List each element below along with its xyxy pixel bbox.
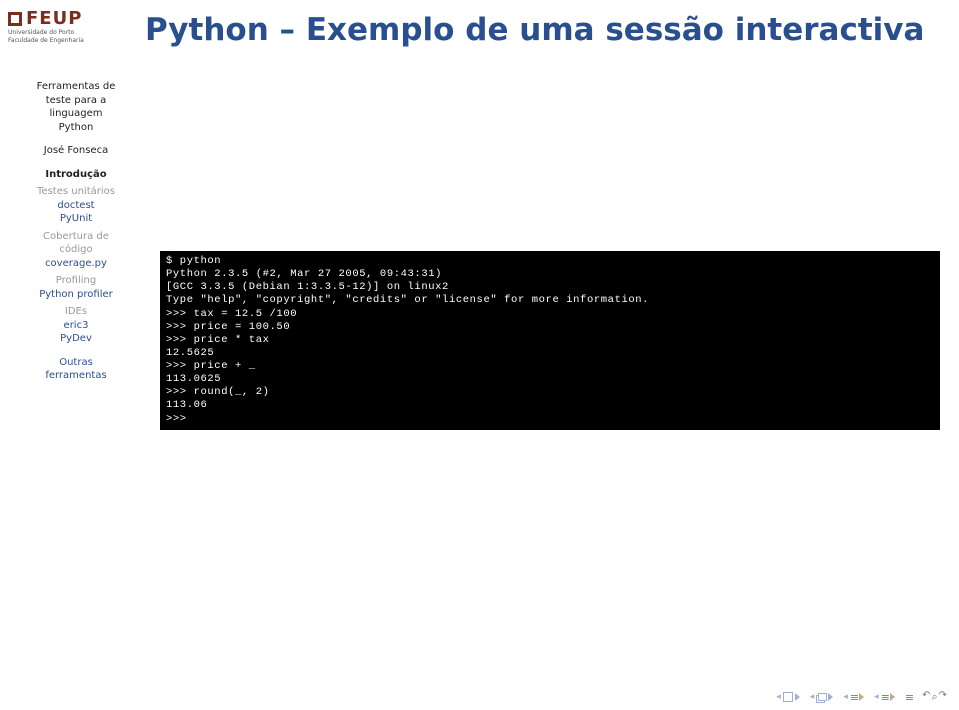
nav-back-forward[interactable]: ↶ ⌕ ↷ bbox=[922, 690, 947, 704]
slide-icon bbox=[783, 692, 793, 702]
terminal-line: >>> price * tax bbox=[166, 334, 270, 346]
nav-pyunit[interactable]: PyUnit bbox=[6, 212, 146, 226]
terminal-line: $ python bbox=[166, 255, 221, 267]
terminal-line: Type "help", "copyright", "credits" or "… bbox=[166, 294, 649, 306]
logo-mark-icon bbox=[8, 12, 22, 26]
beamer-nav-bar: ◂ ◂ ◂ ≡ ◂ ≡ ≡ ↶ ⌕ ↷ bbox=[776, 690, 947, 704]
search-icon: ⌕ bbox=[931, 690, 937, 704]
nav-outline-icon[interactable]: ≡ bbox=[905, 691, 912, 704]
logo-sub-1: Universidade do Porto bbox=[8, 30, 93, 37]
nav-profiling[interactable]: Profiling bbox=[6, 274, 146, 288]
nav-coveragepy[interactable]: coverage.py bbox=[6, 257, 146, 271]
chevron-left-icon: ◂ bbox=[874, 692, 879, 702]
nav-python-profiler[interactable]: Python profiler bbox=[6, 288, 146, 302]
logo-sub-2: Faculdade de Engenharia bbox=[8, 38, 93, 45]
course-title-line: Python bbox=[6, 121, 146, 135]
nav-subsection-prev-next[interactable]: ◂ ≡ bbox=[874, 691, 895, 704]
terminal-line: 12.5625 bbox=[166, 347, 214, 359]
nav-doctest[interactable]: doctest bbox=[6, 199, 146, 213]
terminal-line: >>> price = 100.50 bbox=[166, 321, 290, 333]
chevron-right-icon bbox=[795, 693, 800, 701]
terminal-line: >>> round(_, 2) bbox=[166, 386, 270, 398]
undo-arrow-icon: ↶ bbox=[922, 690, 930, 704]
course-title-line: Ferramentas de bbox=[6, 80, 146, 94]
nav-outras-ferramentas[interactable]: Outras bbox=[6, 356, 146, 370]
terminal-line: >>> bbox=[166, 413, 187, 425]
course-title-line: teste para a bbox=[6, 94, 146, 108]
chevron-left-icon: ◂ bbox=[810, 692, 815, 702]
nav-slide-prev-next[interactable]: ◂ bbox=[776, 692, 800, 702]
terminal-output: $ python Python 2.3.5 (#2, Mar 27 2005, … bbox=[160, 251, 940, 430]
author-name: José Fonseca bbox=[6, 144, 146, 158]
nav-eric3[interactable]: eric3 bbox=[6, 319, 146, 333]
nav-pydev[interactable]: PyDev bbox=[6, 332, 146, 346]
terminal-line: 113.06 bbox=[166, 399, 207, 411]
nav-cobertura[interactable]: código bbox=[6, 243, 146, 257]
nav-introducao[interactable]: Introdução bbox=[6, 168, 146, 182]
logo-text: FEUP bbox=[26, 8, 82, 29]
terminal-line: [GCC 3.3.5 (Debian 1:3.3.5-12)] on linux… bbox=[166, 281, 449, 293]
nav-ides[interactable]: IDEs bbox=[6, 305, 146, 319]
terminal-line: >>> tax = 12.5 /100 bbox=[166, 308, 297, 320]
sidebar: Ferramentas de teste para a linguagem Py… bbox=[0, 80, 152, 383]
nav-testes-unitarios[interactable]: Testes unitários bbox=[6, 185, 146, 199]
redo-arrow-icon: ↷ bbox=[939, 690, 947, 704]
frames-icon bbox=[816, 693, 826, 702]
chevron-right-icon bbox=[859, 693, 864, 701]
nav-cobertura[interactable]: Cobertura de bbox=[6, 230, 146, 244]
section-lines-icon: ≡ bbox=[850, 691, 857, 704]
nav-outras-ferramentas[interactable]: ferramentas bbox=[6, 369, 146, 383]
chevron-left-icon: ◂ bbox=[843, 692, 848, 702]
subsection-lines-icon: ≡ bbox=[881, 691, 888, 704]
logo-feup: FEUP bbox=[8, 8, 93, 29]
terminal-line: 113.0625 bbox=[166, 373, 221, 385]
course-title-line: linguagem bbox=[6, 107, 146, 121]
nav-frame-prev-next[interactable]: ◂ bbox=[810, 692, 834, 702]
nav-section-prev-next[interactable]: ◂ ≡ bbox=[843, 691, 864, 704]
chevron-right-icon bbox=[890, 693, 895, 701]
chevron-right-icon bbox=[828, 693, 833, 701]
terminal-line: Python 2.3.5 (#2, Mar 27 2005, 09:43:31) bbox=[166, 268, 442, 280]
slide-title: Python – Exemplo de uma sessão interacti… bbox=[145, 12, 939, 48]
terminal-line: >>> price + _ bbox=[166, 360, 256, 372]
chevron-left-icon: ◂ bbox=[776, 692, 781, 702]
logo-block: FEUP Universidade do Porto Faculdade de … bbox=[8, 8, 93, 44]
